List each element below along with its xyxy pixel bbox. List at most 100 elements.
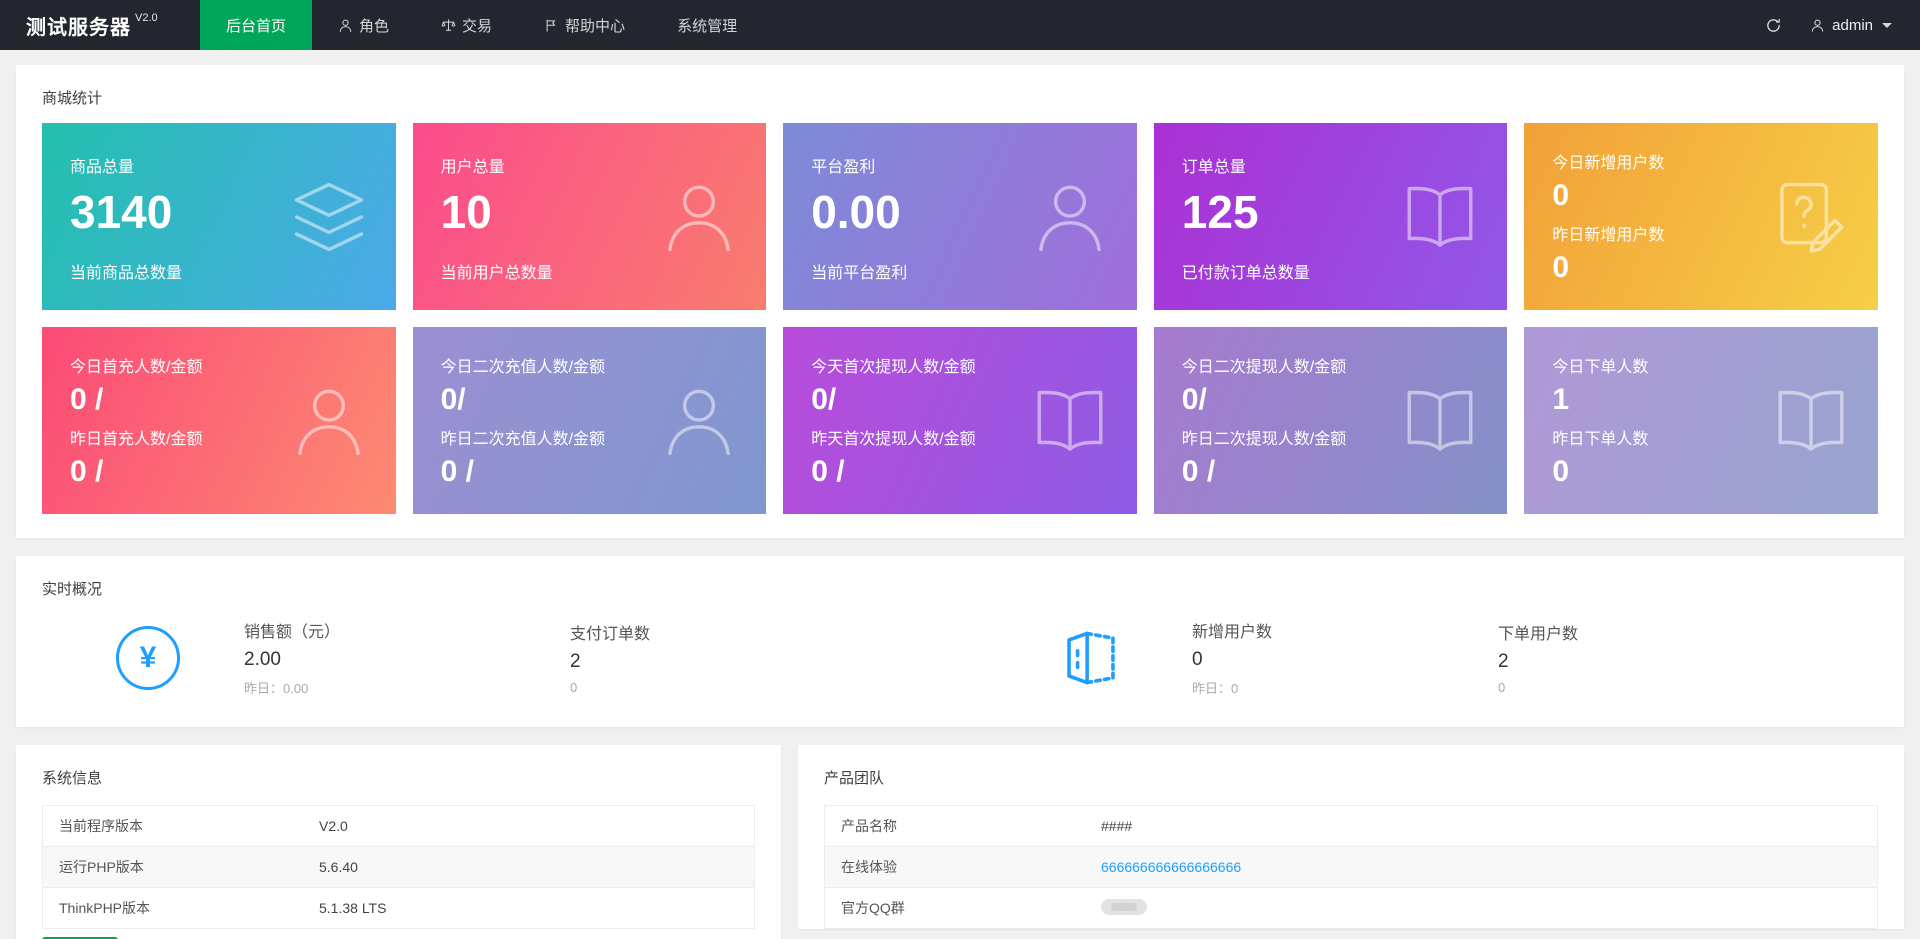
stat-card-title: 今日新增用户数	[1552, 149, 1850, 173]
user-icon	[658, 380, 740, 462]
metric-sub: 0	[1498, 680, 1804, 695]
row-label: 产品名称	[825, 806, 1085, 846]
metric-paid-orders: 支付订单数 2 0	[570, 620, 820, 695]
nav-item-trade[interactable]: 交易	[415, 0, 518, 50]
table-row: 在线体验 666666666666666666	[825, 847, 1877, 888]
stat-card-profit: 平台盈利 0.00 当前平台盈利	[783, 123, 1137, 310]
stat-card-title: 商品总量	[70, 153, 368, 177]
nav-item-label: 角色	[359, 15, 389, 36]
product-team-table: 产品名称 #### 在线体验 666666666666666666 官方QQ群	[824, 805, 1878, 929]
user-menu[interactable]: admin	[1810, 17, 1892, 34]
realtime-row: ¥ 销售额（元） 2.00 昨日：0.00 支付订单数 2 0 新增用户数 0 …	[16, 614, 1904, 727]
book-icon	[1029, 380, 1111, 462]
table-row: 产品名称 ####	[825, 806, 1877, 847]
nav-item-label: 系统管理	[677, 15, 737, 36]
bottom-row: 系统信息 当前程序版本 V2.0 运行PHP版本 5.6.40 ThinkPHP…	[16, 745, 1904, 939]
chevron-down-icon	[1882, 23, 1892, 28]
stat-card-new-users: 今日新增用户数 0 昨日新增用户数 0	[1524, 123, 1878, 310]
stat-card-subtitle: 当前平台盈利	[811, 259, 1109, 283]
nav-item-system-settings[interactable]: 系统管理	[651, 0, 763, 50]
nav-item-home[interactable]: 后台首页	[200, 0, 312, 50]
system-info-panel: 系统信息 当前程序版本 V2.0 运行PHP版本 5.6.40 ThinkPHP…	[16, 745, 781, 939]
metric-value: 2	[1498, 651, 1804, 673]
stat-card-products: 商品总量 3140 当前商品总数量	[42, 123, 396, 310]
building-icon	[1060, 627, 1122, 689]
row-label: ThinkPHP版本	[43, 888, 303, 928]
stat-card-title: 订单总量	[1182, 153, 1480, 177]
metric-sub: 0	[570, 680, 820, 695]
realtime-panel: 实时概况 ¥ 销售额（元） 2.00 昨日：0.00 支付订单数 2 0 新增用…	[16, 556, 1904, 727]
nav-item-help-center[interactable]: 帮助中心	[518, 0, 651, 50]
stat-card-today-orders: 今日下单人数 1 昨日下单人数 0	[1524, 327, 1878, 514]
stat-card-orders: 订单总量 125 已付款订单总数量	[1154, 123, 1508, 310]
system-info-table: 当前程序版本 V2.0 运行PHP版本 5.6.40 ThinkPHP版本 5.…	[42, 805, 755, 929]
product-team-panel: 产品团队 产品名称 #### 在线体验 666666666666666666 官…	[798, 745, 1904, 929]
panel-title: 产品团队	[798, 745, 1904, 803]
metric-label: 下单用户数	[1498, 620, 1804, 644]
trade-icon	[441, 18, 456, 33]
nav-item-label: 交易	[462, 15, 492, 36]
table-row: 当前程序版本 V2.0	[43, 806, 754, 847]
online-demo-link[interactable]: 666666666666666666	[1101, 859, 1241, 875]
table-row: ThinkPHP版本 5.1.38 LTS	[43, 888, 754, 929]
top-navbar: 测试服务器 V2.0 后台首页 角色 交易 帮助中心 系统管理 admin	[0, 0, 1920, 50]
metric-order-users: 下单用户数 2 0	[1498, 620, 1804, 695]
metric-new-users: 新增用户数 0 昨日：0	[1192, 618, 1498, 697]
stat-card-subtitle: 当前用户总数量	[441, 259, 739, 283]
metric-value: 2.00	[244, 649, 550, 671]
panel-title: 系统信息	[16, 745, 781, 803]
row-label: 在线体验	[825, 847, 1085, 887]
panel-title: 实时概况	[16, 556, 1904, 614]
stat-card-second-withdraw: 今日二次提现人数/金额 0/ 昨日二次提现人数/金额 0 /	[1154, 327, 1508, 514]
refresh-icon[interactable]	[1765, 17, 1782, 34]
app-title: 测试服务器	[26, 11, 131, 40]
row-value: 5.1.38 LTS	[303, 890, 402, 926]
metric-label: 销售额（元）	[244, 618, 550, 642]
metric-label: 新增用户数	[1192, 618, 1498, 642]
row-label: 当前程序版本	[43, 806, 303, 846]
page-content: 商城统计 商品总量 3140 当前商品总数量 用户总量 10 当前用户总数量 平…	[0, 50, 1920, 939]
stat-card-second-recharge: 今日二次充值人数/金额 0/ 昨日二次充值人数/金额 0 /	[413, 327, 767, 514]
row-label: 官方QQ群	[825, 888, 1085, 928]
app-version: V2.0	[135, 12, 158, 24]
qq-group-badge[interactable]	[1101, 899, 1147, 915]
metric-label: 支付订单数	[570, 620, 820, 644]
row-value: ####	[1085, 808, 1148, 844]
user-icon	[1810, 18, 1825, 33]
navbar-right: admin	[1765, 0, 1920, 50]
stat-card-users: 用户总量 10 当前用户总数量	[413, 123, 767, 310]
table-row: 官方QQ群	[825, 888, 1877, 929]
stat-card-first-recharge: 今日首充人数/金额 0 / 昨日首充人数/金额 0 /	[42, 327, 396, 514]
stat-card-title: 今天首次提现人数/金额	[811, 353, 1109, 377]
user-icon	[338, 18, 353, 33]
book-icon	[1770, 380, 1852, 462]
main-nav: 后台首页 角色 交易 帮助中心 系统管理	[200, 0, 763, 50]
row-value	[1085, 889, 1163, 928]
username: admin	[1832, 17, 1873, 34]
panel-title: 商城统计	[16, 65, 1904, 123]
mall-stats-panel: 商城统计 商品总量 3140 当前商品总数量 用户总量 10 当前用户总数量 平…	[16, 65, 1904, 538]
stat-card-subtitle: 已付款订单总数量	[1182, 259, 1480, 283]
metric-value: 2	[570, 651, 820, 673]
metric-sub: 昨日：0	[1192, 678, 1498, 697]
row-value: V2.0	[303, 808, 364, 844]
user-icon	[1029, 176, 1111, 258]
metric-value: 0	[1192, 649, 1498, 671]
row-value: 5.6.40	[303, 849, 374, 885]
stat-card-title: 今日下单人数	[1552, 353, 1850, 377]
stat-card-subtitle: 当前商品总数量	[70, 259, 368, 283]
metric-sub: 昨日：0.00	[244, 678, 550, 697]
stat-card-title: 今日二次提现人数/金额	[1182, 353, 1480, 377]
stat-card-title: 用户总量	[441, 153, 739, 177]
stat-card-first-withdraw: 今天首次提现人数/金额 0/ 昨天首次提现人数/金额 0 /	[783, 327, 1137, 514]
book-icon	[1399, 380, 1481, 462]
stat-cards-grid: 商品总量 3140 当前商品总数量 用户总量 10 当前用户总数量 平台盈利 0…	[16, 123, 1904, 538]
row-value: 666666666666666666	[1085, 849, 1257, 885]
stat-card-title: 今日二次充值人数/金额	[441, 353, 739, 377]
user-icon	[658, 176, 740, 258]
stat-card-title: 今日首充人数/金额	[70, 353, 368, 377]
yen-icon: ¥	[116, 626, 180, 690]
help-icon	[1770, 176, 1852, 258]
book-icon	[1399, 176, 1481, 258]
nav-item-roles[interactable]: 角色	[312, 0, 415, 50]
